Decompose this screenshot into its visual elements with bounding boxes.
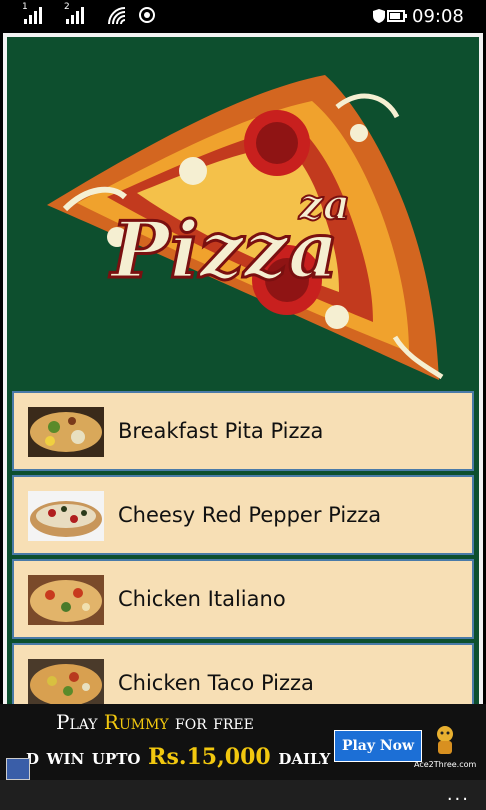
sim2-label: 2: [64, 2, 70, 12]
recipe-title: Chicken Italiano: [118, 587, 286, 611]
ad-headline-highlight: Rummy: [103, 710, 169, 734]
play-now-button[interactable]: Play Now: [334, 730, 422, 762]
battery-saver-icon: [373, 9, 385, 23]
ad-subline-part1: d win upto: [26, 744, 149, 770]
pizza-logo-image: Pizza za: [47, 75, 444, 380]
app-content: Pizza za Breakfast Pita Pizza Cheesy Red…: [7, 37, 479, 704]
battery-level-fill: [390, 13, 400, 19]
app-bar: ...: [0, 780, 486, 810]
recipe-item-breakfast-pita-pizza[interactable]: Breakfast Pita Pizza: [12, 391, 474, 471]
status-bar: 1 2 09:08: [0, 0, 486, 33]
ad-brand: Ace2Three.com: [414, 760, 477, 769]
ace-mascot-icon: [437, 726, 453, 754]
sim1-label: 1: [22, 2, 28, 12]
recipe-item-chicken-italiano[interactable]: Chicken Italiano: [12, 559, 474, 639]
ad-info-icon[interactable]: [6, 758, 30, 780]
clock-time: 09:08: [412, 6, 464, 27]
recipe-title: Breakfast Pita Pizza: [118, 419, 324, 443]
ad-subline-part2: daily: [270, 744, 331, 770]
ad-headline-part1: Play: [56, 710, 104, 734]
ad-banner[interactable]: Play Rummy for free d win upto Rs.15,000…: [0, 704, 486, 780]
recipe-item-cheesy-red-pepper-pizza[interactable]: Cheesy Red Pepper Pizza: [12, 475, 474, 555]
signal-strength-sim2-icon: 2: [64, 2, 84, 24]
logo-text-secondary: za: [298, 180, 350, 229]
signal-strength-sim1-icon: 1: [22, 2, 42, 24]
pizza-thumbnail-icon: [28, 659, 104, 704]
pizza-thumbnail-icon: [28, 491, 104, 541]
recipe-title: Cheesy Red Pepper Pizza: [118, 503, 382, 527]
more-options-icon[interactable]: ...: [447, 786, 470, 804]
recipe-title: Chicken Taco Pizza: [118, 671, 314, 695]
ad-headline: Play Rummy for free: [56, 710, 254, 734]
ad-headline-part2: for free: [168, 710, 254, 734]
ad-subline: d win upto Rs.15,000 daily: [26, 744, 330, 770]
ad-subline-highlight: Rs.15,000: [148, 744, 271, 770]
pizza-thumbnail-icon: [28, 575, 104, 625]
pizza-thumbnail-icon: [28, 407, 104, 457]
location-icon: [139, 7, 155, 23]
recipe-item-chicken-taco-pizza[interactable]: Chicken Taco Pizza: [12, 643, 474, 704]
battery-icon: [387, 10, 407, 22]
wifi-icon: [108, 7, 126, 25]
app-frame: Pizza za Breakfast Pita Pizza Cheesy Red…: [3, 33, 483, 704]
